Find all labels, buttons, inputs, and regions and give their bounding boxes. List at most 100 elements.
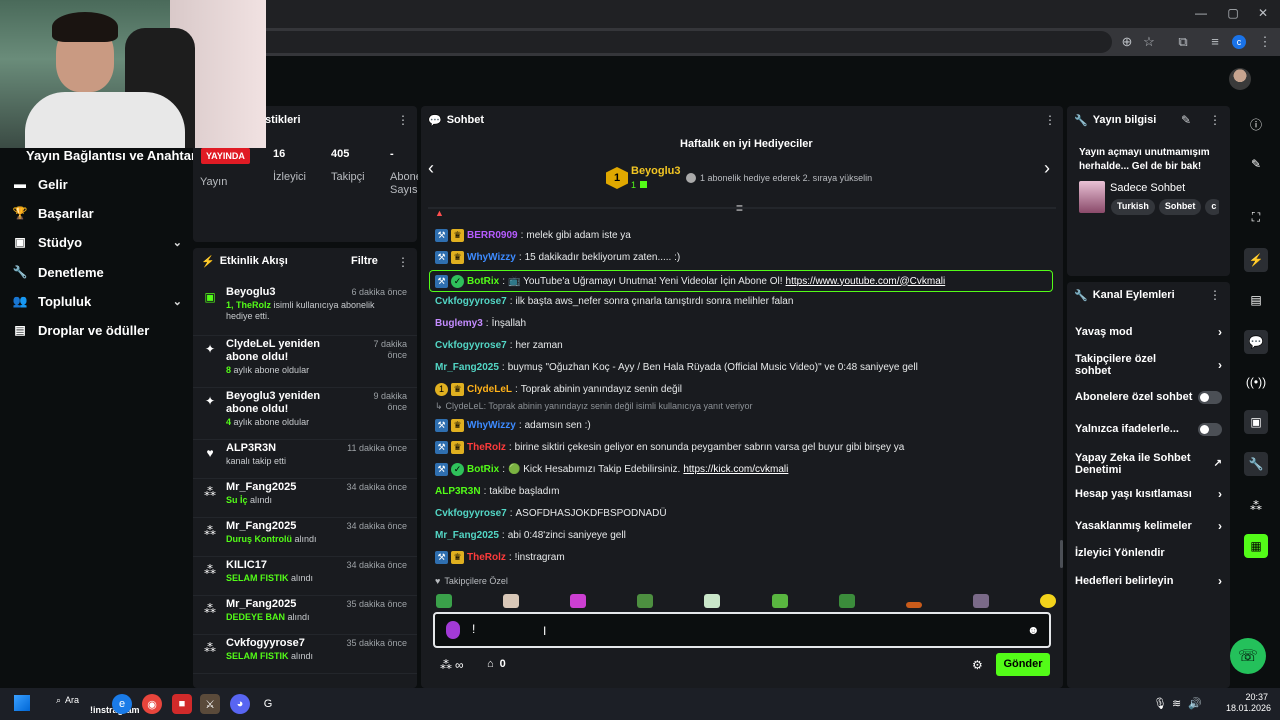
wifi-icon[interactable]: ≋ [1172, 697, 1181, 710]
emote-bar-icon[interactable] [905, 602, 922, 608]
stream-info-menu-icon[interactable]: ⋮ [1209, 113, 1221, 127]
emote-bow-icon[interactable] [570, 594, 587, 608]
chat-username[interactable]: Mr_Fang2025 [435, 530, 499, 541]
recorder-icon[interactable]: ■ [172, 694, 192, 714]
activity-item[interactable]: ⁂ Cvkfogyyrose7 35 dakika önce SELAM FISTIK… [193, 635, 417, 674]
chat-username[interactable]: BotRix [467, 276, 499, 287]
bolt-icon[interactable]: ⚡ [1244, 248, 1268, 272]
filter-button[interactable]: Filtre [351, 255, 378, 267]
chat-message[interactable]: ⚒ ♛ WhyWizzy: adamsın sen :) [435, 416, 1055, 434]
chat-message[interactable]: Cvkfogyyrose7: her zaman [435, 336, 1055, 354]
mic-tray-icon[interactable]: 🎙 [1153, 697, 1167, 710]
edge-icon[interactable]: e [112, 694, 132, 714]
channel-action-item[interactable]: Yasaklanmış kelimeler › [1075, 516, 1222, 536]
emote-dino-icon[interactable] [771, 594, 788, 608]
emote-face-icon[interactable] [1039, 594, 1056, 608]
app-g-icon[interactable]: G [258, 694, 278, 714]
crop-icon[interactable]: ⛶ [1244, 205, 1268, 229]
sidebar-item-studyo[interactable]: ▣ Stüdyo ⌄ [12, 230, 182, 254]
bookmark-star-icon[interactable]: ☆ [1140, 34, 1158, 50]
sidebar-item-basarilar[interactable]: 🏆 Başarılar [12, 201, 182, 225]
chrome-icon[interactable]: ◉ [142, 694, 162, 714]
category-thumbnail[interactable] [1079, 181, 1105, 213]
sidebar-item-droplar[interactable]: ▤ Droplar ve ödüller [12, 318, 182, 342]
emote-person-icon[interactable] [972, 594, 989, 608]
edit-pencil-icon[interactable]: ✎ [1181, 113, 1191, 127]
chat-scrollbar[interactable] [1060, 540, 1063, 568]
chat-message[interactable]: ⚒ ♛ BERR0909: melek gibi adam iste ya [435, 226, 1055, 244]
profile-icon[interactable]: c [1232, 35, 1246, 49]
user-card-icon[interactable]: ▣ [1244, 410, 1268, 434]
channel-action-item[interactable]: Hedefleri belirleyin › [1075, 571, 1222, 591]
pencil-icon[interactable]: ✎ [1244, 152, 1268, 176]
activity-item[interactable]: ⁂ Mr_Fang2025 35 dakika önce DEDEYE BAN alı… [193, 596, 417, 635]
chat-username[interactable]: Cvkfogyyrose7 [435, 296, 507, 307]
media-icon[interactable]: ≡ [1206, 34, 1224, 49]
close-icon[interactable]: ✕ [1252, 6, 1274, 20]
chat-username[interactable]: Cvkfogyyrose7 [435, 508, 507, 519]
chat-input[interactable]: ! [472, 622, 475, 636]
clipboard-icon[interactable]: ▤ [1244, 288, 1268, 312]
channel-action-item[interactable]: Takipçilere özel sohbet › [1075, 353, 1222, 377]
support-icon[interactable]: ☏ [1230, 638, 1266, 674]
user-avatar[interactable] [1229, 68, 1251, 90]
chat-username[interactable]: TheRolz [467, 442, 506, 453]
points-display[interactable]: ⁂ ∞ [440, 658, 464, 672]
chat-message[interactable]: ⚒ ♛ WhyWizzy:15 dakikadır bekliyorum zaten… [435, 248, 1055, 266]
activity-item[interactable]: ⁂ Mr_Fang2025 34 dakika önce Duruş Kontrolü… [193, 518, 417, 557]
toggle-switch[interactable] [1198, 422, 1222, 436]
chat-message[interactable]: ⚒ ✓ BotRix: 🟢 Kick Hesabımızı Takip Edebili… [435, 460, 1055, 478]
chat-username[interactable]: Buglemy3 [435, 318, 483, 329]
chat-username[interactable]: WhyWizzy [467, 420, 516, 431]
send-button[interactable]: Gönder [996, 653, 1050, 676]
chat-username[interactable]: Mr_Fang2025 [435, 362, 499, 373]
stats-menu-icon[interactable]: ⋮ [397, 113, 409, 127]
chat-settings-icon[interactable]: ⚙ [972, 658, 983, 672]
channel-action-item[interactable]: Abonelere özel sohbet [1075, 387, 1222, 407]
chat-username[interactable]: BERR0909 [467, 230, 518, 241]
chat-input-box[interactable] [433, 612, 1051, 648]
chat-message[interactable]: 1 ♛ ClydeLeL: Toprak abinin yanındayız seni… [435, 380, 1055, 398]
emote-chart-icon[interactable] [704, 594, 721, 608]
sidebar-item-denetleme[interactable]: 🔧 Denetleme [12, 260, 182, 284]
store-display[interactable]: ⌂ 0 [487, 658, 506, 670]
menu-dots-icon[interactable]: ⋮ [1256, 34, 1274, 50]
activity-item[interactable]: ▣ Beyoglu3 6 dakika önce 1, TheRolz isimli … [193, 284, 417, 336]
points-icon[interactable]: ⁂ [1244, 494, 1268, 518]
chat-message[interactable]: ⚒ ♛ TheRolz: birine siktiri çekesin geliyor… [435, 438, 1055, 456]
chat-message[interactable]: Cvkfogyyrose7: ASOFDHASJOKDFBSPODNADÜ [435, 504, 1055, 522]
top-gifter-name[interactable]: Beyoglu3 [631, 165, 681, 177]
chat-link[interactable]: https://kick.com/cvkmali [683, 464, 788, 475]
channel-action-item[interactable]: Yapay Zeka ile Sohbet Denetimi ↗ [1075, 451, 1222, 477]
activity-item[interactable]: ⁂ KILIC17 34 dakika önce SELAM FISTIK alınd… [193, 557, 417, 596]
channel-action-item[interactable]: Yalnızca ifadelerle... [1075, 419, 1222, 439]
broadcast-icon[interactable]: ((•)) [1244, 370, 1268, 394]
chat-message[interactable]: ALP3R3N: takibe başladım [435, 482, 1055, 500]
chat-username[interactable]: ALP3R3N [435, 486, 481, 497]
windows-start-icon[interactable] [14, 695, 30, 711]
mic-icon[interactable] [446, 621, 460, 639]
activity-menu-icon[interactable]: ⋮ [397, 255, 409, 269]
emote-pepe-icon[interactable] [436, 594, 452, 608]
chat-message[interactable]: Mr_Fang2025: buymuş "Oğuzhan Koç - Ayy / … [435, 358, 1055, 376]
channel-action-item[interactable]: Hesap yaşı kısıtlaması › [1075, 484, 1222, 504]
activity-item[interactable]: ♥ ALP3R3N 11 dakika önce kanalı takip etti [193, 440, 417, 479]
emote-cat-icon[interactable] [503, 594, 520, 608]
emoji-icon[interactable]: ☻ [1027, 623, 1040, 637]
channel-actions-menu-icon[interactable]: ⋮ [1209, 288, 1221, 302]
sidebar-title[interactable]: Yayın Bağlantısı ve Anahtarı [26, 148, 200, 163]
activity-item[interactable]: ✦ ClydeLeL yeniden abone oldu! 7 dakika ön… [193, 336, 417, 388]
chat-message[interactable]: ⚒ ♛ TheRolz: !instragram [435, 548, 1055, 566]
emote-frog-icon[interactable] [637, 594, 654, 608]
game-icon[interactable]: ⚔ [200, 694, 220, 714]
chat-username[interactable]: ClydeLeL [467, 384, 512, 395]
clock[interactable]: 20:37 18.01.2026 [1226, 692, 1271, 714]
sidebar-item-gelir[interactable]: ▬ Gelir [12, 172, 182, 196]
info-icon[interactable]: ⓘ [1244, 112, 1268, 136]
app-icon[interactable]: ▦ [1244, 534, 1268, 558]
discord-icon[interactable]: ◕ [230, 694, 250, 714]
sidebar-item-topluluk[interactable]: 👥 Topluluk ⌄ [12, 289, 182, 313]
category-name[interactable]: Sadece Sohbet [1110, 182, 1185, 194]
chat-message[interactable]: Buglemy3: İnşallah [435, 314, 1055, 332]
chat-username[interactable]: Cvkfogyyrose7 [435, 340, 507, 351]
